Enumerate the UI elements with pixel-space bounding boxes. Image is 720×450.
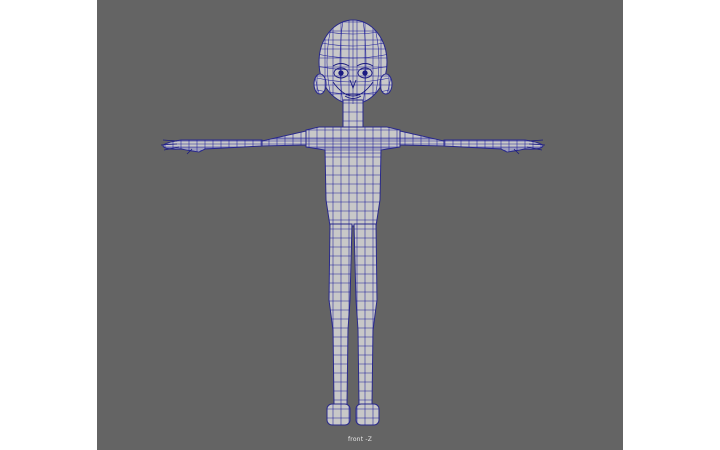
front-viewport[interactable]: front -Z [97, 0, 623, 450]
character-mesh-icon[interactable] [97, 0, 623, 450]
maya-front-viewport-window: front -Z [0, 0, 720, 450]
camera-name-label: front -Z [347, 436, 373, 443]
